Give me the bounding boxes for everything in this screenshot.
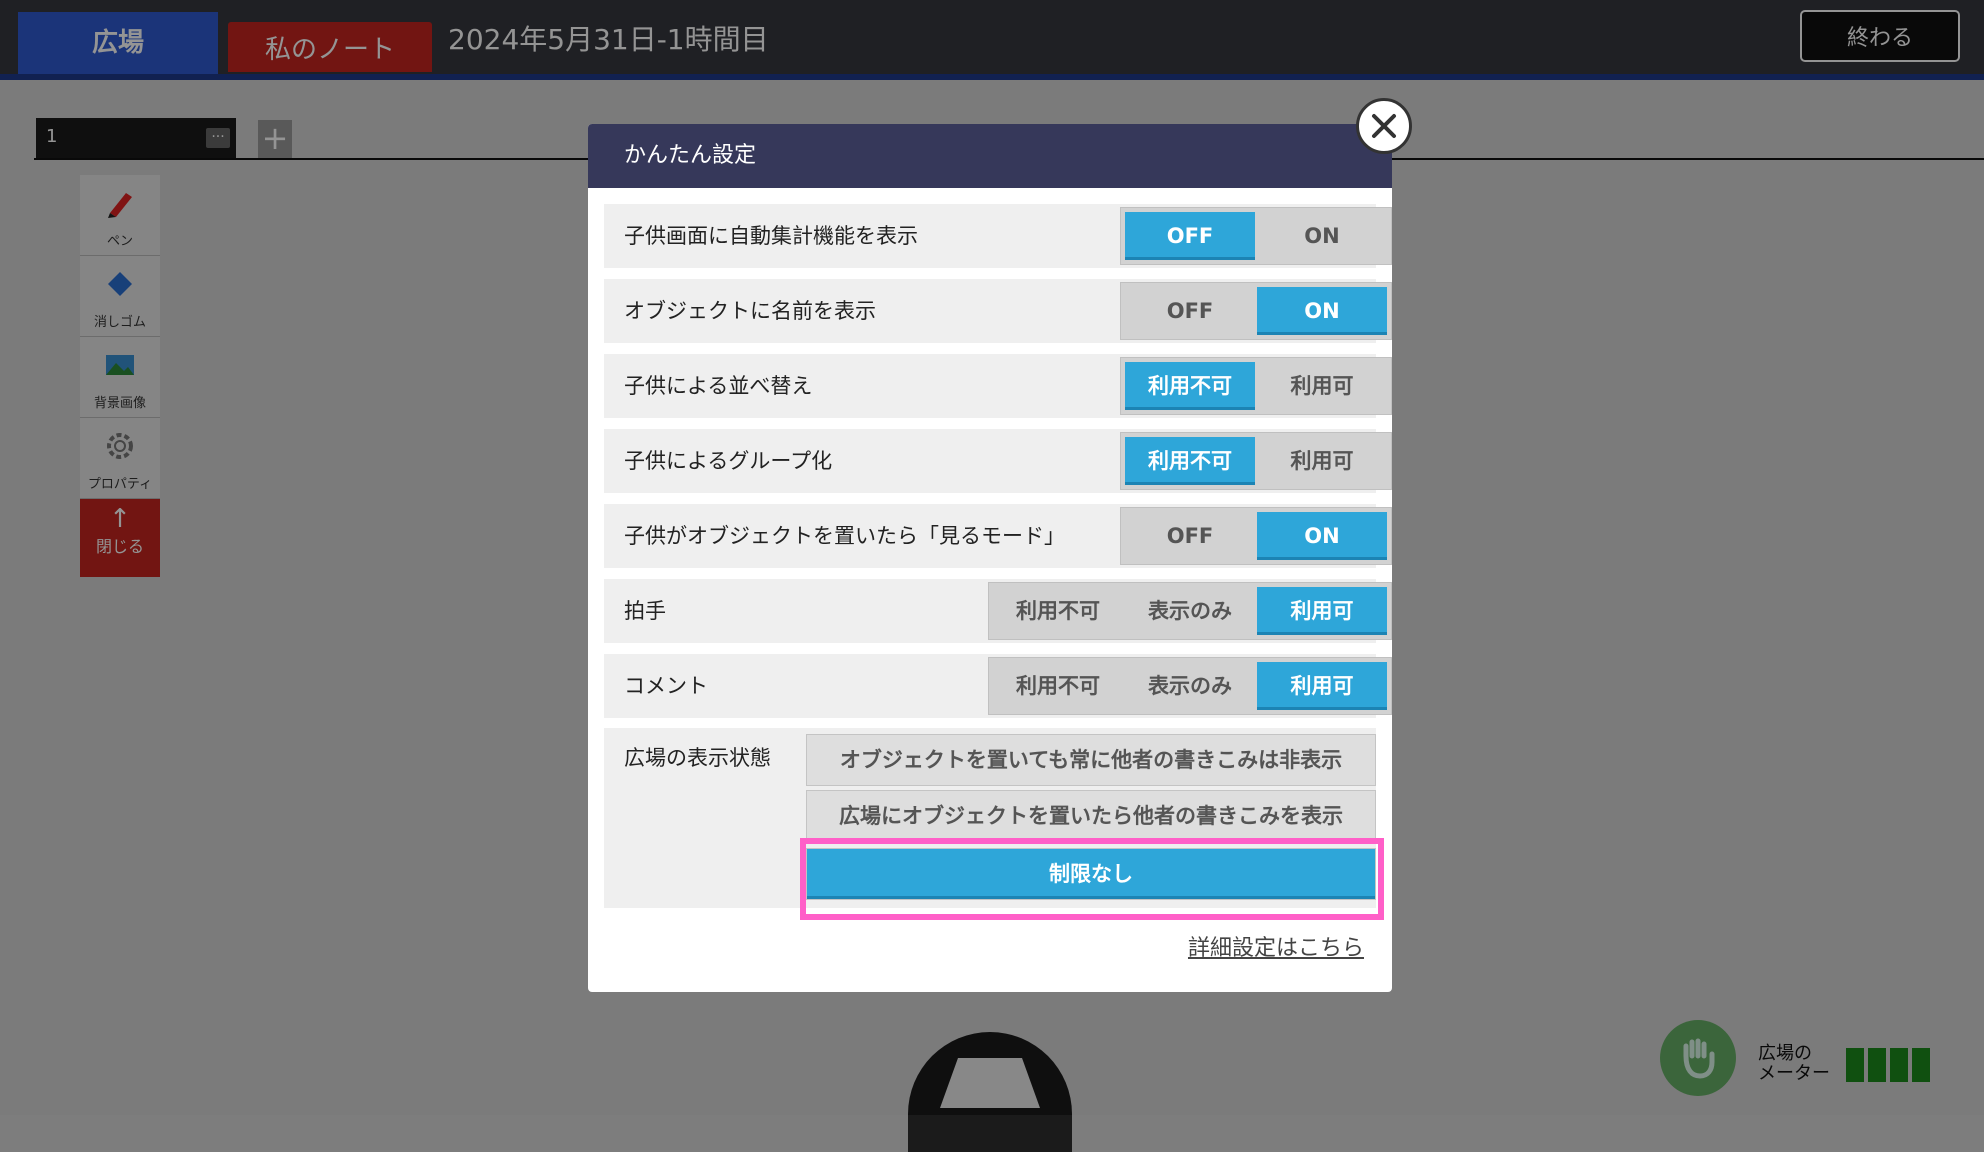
option-on[interactable]: ON <box>1257 512 1387 560</box>
setting-row-view-mode: 子供がオブジェクトを置いたら「見るモード」 OFF ON <box>604 504 1392 568</box>
selection-highlight <box>800 838 1384 920</box>
setting-label: 子供画面に自動集計機能を表示 <box>624 224 918 248</box>
setting-label: コメント <box>624 674 708 698</box>
setting-row-applause: 拍手 利用不可 表示のみ 利用可 <box>604 579 1392 643</box>
easy-settings-dialog: かんたん設定 子供画面に自動集計機能を表示 OFF ON オブジェクトに名前を表… <box>588 124 1392 992</box>
toggle-view-mode: OFF ON <box>1120 507 1392 565</box>
toggle-comment: 利用不可 表示のみ 利用可 <box>988 657 1392 715</box>
toggle-applause: 利用不可 表示のみ 利用可 <box>988 582 1392 640</box>
setting-row-auto-aggregate: 子供画面に自動集計機能を表示 OFF ON <box>604 204 1392 268</box>
setting-label: オブジェクトに名前を表示 <box>624 299 876 323</box>
option-on[interactable]: ON <box>1257 287 1387 335</box>
setting-label: 広場の表示状態 <box>624 746 771 770</box>
toggle-auto-aggregate: OFF ON <box>1120 207 1392 265</box>
toggle-sorting: 利用不可 利用可 <box>1120 357 1392 415</box>
option-unavailable[interactable]: 利用不可 <box>1125 437 1255 485</box>
option-display-only[interactable]: 表示のみ <box>1125 662 1255 710</box>
option-unavailable[interactable]: 利用不可 <box>993 662 1123 710</box>
toggle-grouping: 利用不可 利用可 <box>1120 432 1392 490</box>
setting-row-comment: コメント 利用不可 表示のみ 利用可 <box>604 654 1392 718</box>
setting-label: 子供がオブジェクトを置いたら「見るモード」 <box>624 524 1065 548</box>
setting-label: 子供による並べ替え <box>624 374 813 398</box>
option-unavailable[interactable]: 利用不可 <box>1125 362 1255 410</box>
option-off[interactable]: OFF <box>1125 212 1255 260</box>
toggle-show-names: OFF ON <box>1120 282 1392 340</box>
display-option-show-after-placing[interactable]: 広場にオブジェクトを置いたら他者の書きこみを表示 <box>806 790 1376 842</box>
option-available[interactable]: 利用可 <box>1257 587 1387 635</box>
setting-row-display-state: 広場の表示状態 オブジェクトを置いても常に他者の書きこみは非表示 広場にオブジェ… <box>604 728 1384 920</box>
dialog-title: かんたん設定 <box>588 124 1392 188</box>
display-option-always-hide[interactable]: オブジェクトを置いても常に他者の書きこみは非表示 <box>806 734 1376 786</box>
option-off[interactable]: OFF <box>1125 287 1255 335</box>
close-dialog-button[interactable] <box>1356 98 1412 154</box>
option-display-only[interactable]: 表示のみ <box>1125 587 1255 635</box>
option-off[interactable]: OFF <box>1125 512 1255 560</box>
setting-label: 子供によるグループ化 <box>624 449 833 473</box>
setting-row-sorting: 子供による並べ替え 利用不可 利用可 <box>604 354 1392 418</box>
setting-row-grouping: 子供によるグループ化 利用不可 利用可 <box>604 429 1392 493</box>
option-available[interactable]: 利用可 <box>1257 437 1387 485</box>
setting-row-show-names: オブジェクトに名前を表示 OFF ON <box>604 279 1392 343</box>
detailed-settings-link[interactable]: 詳細設定はこちら <box>1188 930 1364 962</box>
option-available[interactable]: 利用可 <box>1257 662 1387 710</box>
close-icon <box>1372 114 1396 138</box>
option-available[interactable]: 利用可 <box>1257 362 1387 410</box>
option-unavailable[interactable]: 利用不可 <box>993 587 1123 635</box>
option-on[interactable]: ON <box>1257 212 1387 260</box>
setting-label: 拍手 <box>624 599 666 623</box>
